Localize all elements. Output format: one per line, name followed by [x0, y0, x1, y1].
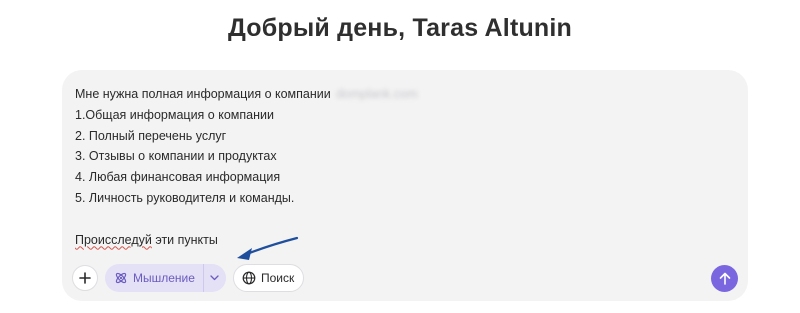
thinking-label: Мышление — [133, 271, 195, 285]
misspelled-word: Происследуй — [75, 232, 152, 247]
atom-icon — [115, 272, 127, 284]
search-button[interactable]: Поиск — [232, 264, 305, 292]
add-button[interactable] — [72, 265, 98, 291]
chevron-down-icon — [210, 275, 220, 281]
prompt-composer[interactable]: Мне нужна полная информация о компании d… — [62, 70, 748, 301]
globe-icon — [242, 271, 256, 285]
prompt-line-item: 3. Отзывы о компании и продуктах — [75, 149, 277, 164]
prompt-line-item: 4. Любая финансовая информация — [75, 170, 281, 185]
prompt-input[interactable]: Мне нужна полная информация о компании d… — [75, 84, 715, 250]
prompt-line-item: 2. Полный перечень услуг — [75, 128, 227, 143]
prompt-line-intro: Мне нужна полная информация о компании d… — [75, 84, 715, 105]
prompt-line-item: 1.Общая информация о компании — [75, 107, 274, 122]
prompt-blank-line — [75, 209, 715, 230]
prompt-closing-text: эти пункты — [151, 232, 218, 247]
arrow-up-icon — [719, 272, 730, 285]
composer-toolbar: Мышление Поиск — [72, 264, 305, 292]
prompt-line-item: 5. Личность руководителя и команды. — [75, 190, 295, 205]
prompt-line-closing: Происследуй эти пункты — [75, 230, 715, 251]
thinking-toggle-group: Мышление — [105, 264, 226, 292]
plus-icon — [79, 272, 91, 284]
prompt-intro-text: Мне нужна полная информация о компании — [75, 87, 331, 101]
blurred-company-domain: domplank.com — [336, 87, 418, 101]
thinking-button[interactable]: Мышление — [114, 264, 203, 292]
send-button[interactable] — [711, 265, 738, 292]
search-label: Поиск — [260, 271, 295, 285]
thinking-options-dropdown[interactable] — [202, 264, 226, 292]
greeting-title: Добрый день, Taras Altunin — [227, 14, 573, 42]
